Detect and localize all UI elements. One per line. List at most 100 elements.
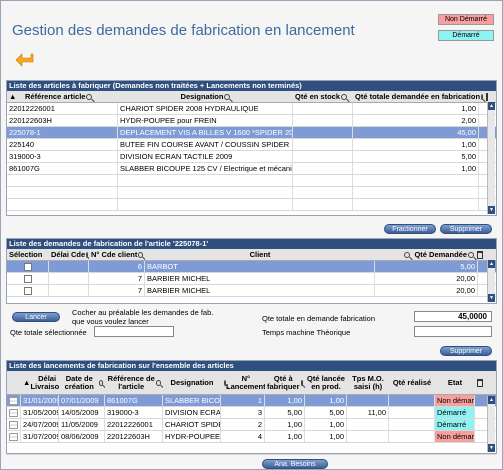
- cell-date-creation: 11/05/2009: [59, 419, 105, 430]
- search-icon[interactable]: [86, 93, 93, 100]
- col-designation[interactable]: Designation: [118, 91, 293, 102]
- cell-designation: DIVISION ECRAN TACTILE 2009: [118, 151, 293, 162]
- selection-checkbox[interactable]: [23, 287, 32, 296]
- articles-panel: Liste des articles à fabriquer (Demandes…: [6, 80, 497, 216]
- cell-client: BARBIER MICHEL: [145, 285, 375, 296]
- scroll-down-icon[interactable]: ▼: [488, 294, 495, 302]
- articles-scrollbar[interactable]: ▲ ▼: [487, 102, 495, 214]
- articles-columns: ▲ Référence article Designation Qté en s…: [7, 91, 496, 103]
- cell-selection[interactable]: [7, 261, 49, 272]
- cell-qty: 1,00: [265, 431, 305, 442]
- cell-date-creation: 14/05/2009: [59, 407, 105, 418]
- cell-done: [389, 407, 435, 418]
- demands-scrollbar[interactable]: ▲ ▼: [487, 260, 495, 302]
- col-qty-realise[interactable]: Qté réalisé: [389, 371, 435, 394]
- cell-delai: [49, 285, 89, 296]
- scroll-up-icon[interactable]: ▲: [488, 396, 495, 404]
- table-row[interactable]: 31/07/2009 08/06/2009 220122603H HYDR-POUPE…: [7, 431, 496, 443]
- search-icon[interactable]: [156, 379, 161, 386]
- col-delai-cde[interactable]: Délai Cde: [49, 249, 89, 260]
- cell-stock: [293, 163, 353, 174]
- row-icon-cell: [7, 419, 21, 430]
- scroll-up-icon[interactable]: ▲: [488, 102, 495, 110]
- col-qty-lancee[interactable]: Qté lancée en prod.: [305, 371, 347, 394]
- cell-designation: HYDR-POUPEE pour FREIN: [118, 115, 293, 126]
- document-icon: [9, 421, 18, 430]
- scroll-down-icon[interactable]: ▼: [488, 444, 495, 452]
- col-tps-mo[interactable]: Tps M.O. saisi (h): [347, 371, 389, 394]
- fractionner-button[interactable]: Fractionner: [384, 224, 436, 234]
- cell-ref-article: 319000-3: [105, 407, 163, 418]
- table-row[interactable]: 31/01/2009 07/01/2009 861007G SLABBER BICOI…: [7, 395, 496, 407]
- cell-selection[interactable]: [7, 273, 49, 284]
- document-icon: [9, 409, 18, 418]
- col-delai-livraison[interactable]: ▲ Délai Livraison: [21, 371, 59, 394]
- table-row[interactable]: 861007G SLABBER BICOUPE 125 CV / Electriq…: [7, 163, 496, 175]
- table-row[interactable]: 24/07/2009 11/05/2009 22012226001 CHARIOT S…: [7, 419, 496, 431]
- trash-icon[interactable]: [486, 92, 489, 101]
- lancer-button[interactable]: Lancer: [12, 312, 60, 322]
- cell-selection[interactable]: [7, 285, 49, 296]
- cell-client: BARBIER MICHEL: [145, 273, 375, 284]
- search-icon[interactable]: [224, 379, 226, 386]
- trash-icon[interactable]: [477, 250, 483, 259]
- col-ref[interactable]: Référence article: [23, 91, 118, 102]
- selection-checkbox[interactable]: [23, 263, 32, 272]
- scroll-down-icon[interactable]: ▼: [488, 206, 495, 214]
- col-num-lancement[interactable]: N° Lancement: [221, 371, 265, 394]
- status-badge: Démarré: [435, 407, 475, 418]
- cell-date-creation: 07/01/2009: [59, 395, 105, 406]
- search-icon[interactable]: [98, 379, 103, 386]
- back-arrow-icon[interactable]: [14, 51, 34, 67]
- table-row[interactable]: 22012226001 CHARIOT SPIDER 2008 HYDRAULIQ…: [7, 103, 496, 115]
- search-icon[interactable]: [341, 93, 348, 100]
- sort-up-icon[interactable]: ▲: [7, 91, 23, 102]
- col-selection[interactable]: Sélection: [7, 249, 49, 260]
- search-icon[interactable]: [86, 251, 89, 258]
- col-total[interactable]: Qté totale demandée en fabrication: [353, 91, 489, 102]
- cell-tps: [347, 419, 389, 430]
- table-row[interactable]: 31/05/2009 14/05/2009 319000-3 DIVISION ECR…: [7, 407, 496, 419]
- table-row[interactable]: 7 BARBIER MICHEL 20,00: [7, 285, 496, 297]
- search-icon[interactable]: [404, 251, 411, 258]
- search-icon[interactable]: [468, 251, 474, 258]
- scroll-up-icon[interactable]: ▲: [488, 260, 495, 268]
- launches-columns: ▲ Délai Livraison Date de création Référ…: [7, 371, 496, 395]
- qty-total-field[interactable]: 45,0000: [414, 311, 492, 322]
- table-row[interactable]: 6 BARBOT 5,00: [7, 261, 496, 273]
- col-ref-article[interactable]: Référence de l'article: [105, 371, 163, 394]
- search-icon[interactable]: [138, 251, 143, 258]
- table-row[interactable]: 225140 BUTEE FIN COURSE AVANT / COUSSIN S…: [7, 139, 496, 151]
- selection-checkbox[interactable]: [23, 275, 32, 284]
- ana-besoins-button[interactable]: Ana. Besoins: [262, 459, 328, 469]
- table-row[interactable]: 319000-3 DIVISION ECRAN TACTILE 2009 5,00: [7, 151, 496, 163]
- search-icon[interactable]: [224, 93, 231, 100]
- machine-time-field[interactable]: [414, 326, 492, 337]
- launches-scrollbar[interactable]: ▲ ▼: [487, 396, 495, 452]
- col-etat[interactable]: Etat: [435, 371, 475, 394]
- cell-designation: DIVISION ECRAI: [165, 407, 221, 418]
- launches-list: 31/01/2009 07/01/2009 861007G SLABBER BICOI…: [7, 395, 496, 455]
- cell-designation: SLABBER BICOI: [165, 395, 221, 406]
- trash-icon[interactable]: [477, 378, 483, 387]
- col-stock[interactable]: Qté en stock: [293, 91, 353, 102]
- col-date-creation[interactable]: Date de création: [59, 371, 105, 394]
- qty-selected-field[interactable]: [94, 326, 174, 337]
- cell-total: 1,00: [353, 103, 479, 114]
- col-designation2[interactable]: Designation: [163, 371, 221, 394]
- supprimer-launch-button[interactable]: Supprimer: [440, 346, 492, 356]
- table-row[interactable]: 220122603H HYDR-POUPEE pour FREIN 2,00: [7, 115, 496, 127]
- col-cde-client[interactable]: N° Cde client: [89, 249, 145, 260]
- search-icon[interactable]: [300, 379, 303, 386]
- launch-hint: Cocher au préalable les demandes de fab.…: [72, 308, 214, 326]
- col-client[interactable]: Client: [145, 249, 375, 260]
- cell-qty: 5,00: [265, 407, 305, 418]
- row-icon-cell: [7, 395, 21, 406]
- supprimer-button[interactable]: Supprimer: [440, 224, 492, 234]
- table-row[interactable]: 7 BARBIER MICHEL 20,00: [7, 273, 496, 285]
- col-qty[interactable]: Qté Demandée: [375, 249, 485, 260]
- col-qty-fabriquer[interactable]: Qté à fabriquer: [265, 371, 305, 394]
- cell-num: 4: [221, 431, 265, 442]
- table-row[interactable]: 225078-1 DEPLACEMENT VIS A BILLES V 1600 …: [7, 127, 496, 139]
- search-icon[interactable]: [481, 93, 484, 100]
